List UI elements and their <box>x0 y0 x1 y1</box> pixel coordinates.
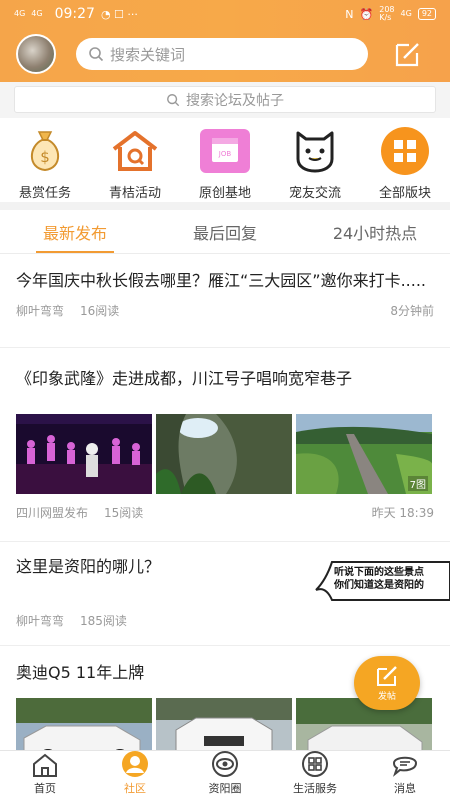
new-post-button[interactable]: 发帖 <box>354 656 420 710</box>
nav-ziyang-circle[interactable]: 资阳圈 <box>180 751 270 800</box>
post-meta: 柳叶弯弯 185阅读 <box>16 612 434 629</box>
category-label: 全部版块 <box>378 186 431 201</box>
tab-last-reply[interactable]: 最后回复 <box>150 210 300 253</box>
forum-search-bar: 搜索论坛及帖子 <box>0 82 450 118</box>
nav-life-services[interactable]: 生活服务 <box>270 751 360 800</box>
post-title: 今年国庆中秋长假去哪里？雁江“三大园区”邀你来打卡..... <box>16 271 427 290</box>
signal-1: 4G <box>14 9 26 18</box>
nfc-icon: N <box>345 7 354 21</box>
post-title: 《印象武隆》走进成都，川江号子唱响宽窄巷子 <box>16 369 353 388</box>
category-label: 宠友交流 <box>288 186 341 201</box>
post-image[interactable] <box>16 698 152 750</box>
top-bar: 搜索关键词 <box>0 28 450 74</box>
avatar[interactable] <box>16 34 56 74</box>
tab-24h-hot[interactable]: 24小时热点 <box>300 210 450 253</box>
category-bounty[interactable]: $ 悬赏任务 <box>0 118 90 202</box>
search-input[interactable]: 搜索关键词 <box>76 38 368 70</box>
forum-search-placeholder: 搜索论坛及帖子 <box>186 92 284 109</box>
post-image[interactable] <box>16 414 152 494</box>
post-meta: 柳叶弯弯 16阅读 8分钟前 <box>16 302 434 319</box>
nav-label: 首页 <box>34 782 56 795</box>
grid-icon <box>379 126 431 176</box>
post-item[interactable]: 这里是资阳的哪儿？ 听说下面的这些景点 你们知道这是资阳的 柳叶弯弯 185阅读 <box>0 542 450 646</box>
status-left: 4G 4G 09:27 ◔ ☐ ··· <box>14 6 138 22</box>
net-speed: 208 K/s <box>379 5 395 22</box>
post-reads: 15阅读 <box>104 506 144 520</box>
search-placeholder: 搜索关键词 <box>110 45 186 64</box>
divider <box>0 202 450 210</box>
house-icon <box>109 126 161 176</box>
battery: 92 <box>417 8 436 20</box>
search-icon <box>89 47 104 62</box>
post-image[interactable] <box>156 414 292 494</box>
post-thumbnail[interactable]: 听说下面的这些景点 你们知道这是资阳的 <box>314 560 450 604</box>
post-item[interactable]: 今年国庆中秋长假去哪里？雁江“三大园区”邀你来打卡..... 柳叶弯弯 16阅读… <box>0 254 450 348</box>
category-label: 悬赏任务 <box>18 186 71 201</box>
network-type: 4G <box>400 9 412 18</box>
nav-label: 生活服务 <box>293 782 337 795</box>
nav-messages[interactable]: 消息 <box>360 751 450 800</box>
money-bag-icon: $ <box>19 126 71 176</box>
notification-icons: ◔ ☐ ··· <box>100 7 138 21</box>
clock: 09:27 <box>54 6 95 22</box>
svg-text:$: $ <box>40 148 50 166</box>
svg-text:JOB: JOB <box>218 150 232 158</box>
image-count-badge: 7图 <box>407 476 428 491</box>
nav-community[interactable]: 社区 <box>90 751 180 800</box>
post-image[interactable] <box>156 698 292 750</box>
post-image[interactable]: 7图 <box>296 414 432 494</box>
category-label: 原创基地 <box>198 186 251 201</box>
post-meta: 四川网盟发布 15阅读 昨天 18:39 <box>16 504 434 521</box>
category-original[interactable]: JOB 原创基地 <box>180 118 270 202</box>
status-right: N ⏰ 208 K/s 4G 92 <box>345 6 436 22</box>
category-label: 青桔活动 <box>108 186 161 201</box>
forum-search-input[interactable]: 搜索论坛及帖子 <box>14 86 436 113</box>
feed-tabs: 最新发布 最后回复 24小时热点 <box>0 210 450 254</box>
pet-icon <box>289 126 341 176</box>
tab-latest[interactable]: 最新发布 <box>0 210 150 253</box>
signal-2: 4G <box>31 9 43 18</box>
post-time: 8分钟前 <box>390 304 434 318</box>
header: 4G 4G 09:27 ◔ ☐ ··· N ⏰ 208 K/s 4G 92 搜索关… <box>0 0 450 82</box>
post-image[interactable] <box>296 698 432 750</box>
post-reads: 185阅读 <box>80 614 127 628</box>
eye-circle-icon <box>211 750 239 778</box>
bottom-nav: 首页 社区 资阳圈 生活服务 消息 <box>0 750 450 800</box>
post-item[interactable]: 《印象武隆》走进成都，川江号子唱响宽窄巷子 7图 四川网盟发布 15阅读 昨天 … <box>0 348 450 542</box>
home-icon <box>31 751 59 778</box>
app-screen: 4G 4G 09:27 ◔ ☐ ··· N ⏰ 208 K/s 4G 92 搜索关… <box>0 0 450 800</box>
search-icon <box>167 93 180 106</box>
nav-label: 资阳圈 <box>208 782 242 795</box>
nav-home[interactable]: 首页 <box>0 751 90 800</box>
nav-label: 消息 <box>394 782 416 795</box>
status-bar: 4G 4G 09:27 ◔ ☐ ··· N ⏰ 208 K/s 4G 92 <box>0 0 450 28</box>
post-author: 柳叶弯弯 <box>16 614 65 628</box>
category-grid: $ 悬赏任务 青桔活动 JOB 原创基地 宠友交流 全部版块 <box>0 118 450 202</box>
edit-icon <box>395 43 419 67</box>
post-reads: 16阅读 <box>80 304 120 318</box>
category-activity[interactable]: 青桔活动 <box>90 118 180 202</box>
category-all[interactable]: 全部版块 <box>360 118 450 202</box>
alarm-icon: ⏰ <box>359 7 374 21</box>
bubble-text: 听说下面的这些景点 你们知道这是资阳的 <box>334 567 424 591</box>
post-author: 四川网盟发布 <box>16 506 89 520</box>
grid-icon <box>301 750 329 778</box>
nav-label: 社区 <box>124 782 146 795</box>
post-time: 昨天 18:39 <box>371 506 434 520</box>
community-icon <box>120 750 150 778</box>
message-icon <box>391 750 419 778</box>
compose-button[interactable] <box>392 38 424 70</box>
category-pets[interactable]: 宠友交流 <box>270 118 360 202</box>
post-images: 7图 <box>16 414 434 494</box>
edit-icon <box>377 665 397 686</box>
post-author: 柳叶弯弯 <box>16 304 65 318</box>
job-calendar-icon: JOB <box>199 126 251 176</box>
new-post-label: 发帖 <box>377 691 396 702</box>
